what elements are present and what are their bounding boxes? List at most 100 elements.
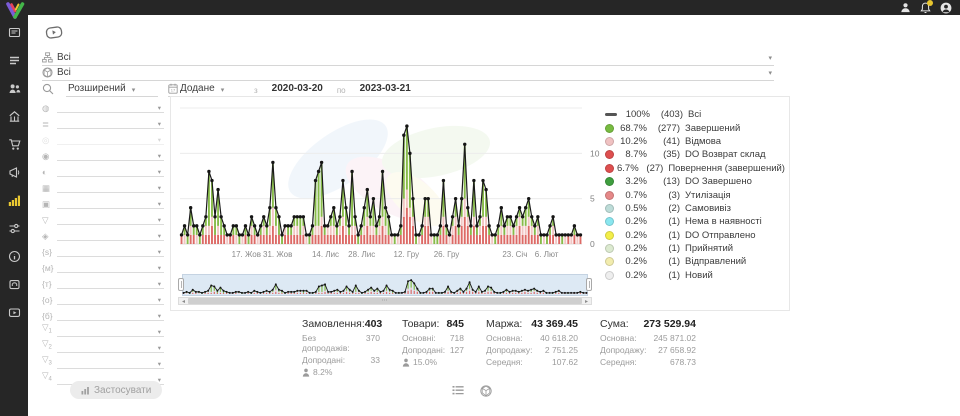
- stats-sub-value: 678.73: [670, 357, 696, 367]
- date-to-input[interactable]: 2023-03-21: [356, 83, 415, 97]
- product-view-icon[interactable]: [480, 385, 492, 397]
- filter-funnel-1-field[interactable]: ▾: [57, 323, 164, 337]
- filter-var-b-field[interactable]: ▾: [57, 307, 164, 321]
- filter-var-m-field[interactable]: ▾: [57, 259, 164, 273]
- legend-item[interactable]: 0.2%(1)Відправлений: [605, 255, 785, 268]
- filter-var-t-field[interactable]: ▾: [57, 275, 164, 289]
- sidebar-products-icon[interactable]: [7, 277, 21, 291]
- apply-button[interactable]: Застосувати: [70, 381, 162, 399]
- filter-var-o[interactable]: {о}▾: [42, 289, 164, 305]
- chevron-down-icon: ▾: [158, 200, 163, 208]
- filter-funnel[interactable]: ▽▾: [42, 209, 164, 225]
- filter-var-t[interactable]: {т}▾: [42, 273, 164, 289]
- chevron-down-icon: ▾: [158, 136, 163, 144]
- stats-title: Товари:: [402, 318, 439, 330]
- filter-funnel-3[interactable]: ▽3▾: [42, 353, 164, 369]
- navigator-right-handle[interactable]: [586, 278, 592, 291]
- legend-item[interactable]: 0.2%(1)DO Отправлено: [605, 229, 785, 242]
- legend-item[interactable]: 0.7%(3)Утилізація: [605, 188, 785, 201]
- stats-sub-value: 33: [371, 355, 380, 365]
- filter-list[interactable]: ≣▾: [42, 113, 164, 129]
- sidebar-store-icon[interactable]: [7, 109, 21, 123]
- filter-globe-field[interactable]: ▾: [57, 227, 164, 241]
- filter-frame[interactable]: ▣▾: [42, 193, 164, 209]
- user-icon[interactable]: [899, 1, 912, 14]
- legend-marker: [605, 150, 614, 159]
- search-mode-select[interactable]: Розширений ▾: [66, 81, 158, 97]
- sidebar-cart-icon[interactable]: [7, 137, 21, 151]
- sidebar-video-icon[interactable]: [7, 305, 21, 319]
- legend-item[interactable]: 0.2%(1)Нема в наявності: [605, 215, 785, 228]
- sidebar-analytics-icon[interactable]: [7, 193, 21, 207]
- account-avatar-icon[interactable]: [939, 1, 952, 14]
- product-filter[interactable]: Всі ▾: [42, 65, 774, 81]
- date-from-input[interactable]: 2020-03-20: [268, 83, 327, 97]
- notifications-bell-icon[interactable]: [919, 1, 932, 14]
- stats-column: Товари:845Основні:718Допродані:12715.0%: [402, 318, 464, 377]
- stats-sub-row: Допродажу:27 658.92: [600, 345, 696, 355]
- filter-counterparty[interactable]: ◉▾: [42, 145, 164, 161]
- date-field-select[interactable]: 17 Додане ▾: [168, 81, 244, 97]
- topbar: [0, 0, 960, 15]
- legend-item[interactable]: 0.5%(2)Самовивіз: [605, 202, 785, 215]
- filter-globe[interactable]: ◈▾: [42, 225, 164, 241]
- scroll-right-arrow-icon[interactable]: ▸: [582, 298, 591, 304]
- stats-sub-label: Основні:: [402, 333, 436, 343]
- filter-var-o-field[interactable]: ▾: [57, 291, 164, 305]
- sidebar-orders-icon[interactable]: [7, 53, 21, 67]
- filter-var-s-field[interactable]: ▾: [57, 243, 164, 257]
- chart-scrollbar[interactable]: ◂ ⋯ ▸: [178, 297, 592, 305]
- legend-item[interactable]: 8.7%(35)DO Возврат склад: [605, 148, 785, 161]
- status-filter[interactable]: Всі ▾: [42, 50, 774, 66]
- filter-funnel-2-field[interactable]: ▾: [57, 339, 164, 353]
- legend-item[interactable]: 6.7%(27)Повернення (завершений): [605, 162, 785, 175]
- legend-item[interactable]: 3.2%(13)DO Завершено: [605, 175, 785, 188]
- filter-list-field[interactable]: ▾: [57, 115, 164, 129]
- search-icon[interactable]: [42, 83, 56, 97]
- stats-title: Замовлення:: [302, 318, 365, 330]
- filter-help[interactable]: ◎▾: [42, 129, 164, 145]
- app-logo-icon[interactable]: [4, 1, 26, 21]
- filter-status[interactable]: ◍▾: [42, 97, 164, 113]
- legend-item[interactable]: 0.2%(1)Прийнятий: [605, 242, 785, 255]
- filter-help-field[interactable]: ▾: [57, 131, 164, 145]
- legend-item[interactable]: 10.2%(41)Відмова: [605, 135, 785, 148]
- filter-funnel-3-field[interactable]: ▾: [57, 355, 164, 369]
- legend-marker: [605, 244, 614, 253]
- filter-counterparty-field[interactable]: ▾: [57, 147, 164, 161]
- navigator-left-handle[interactable]: [178, 278, 184, 291]
- filter-sphere-field[interactable]: ▾: [57, 163, 164, 177]
- filter-var-m[interactable]: {м}▾: [42, 257, 164, 273]
- product-filter-value: Всі: [57, 67, 71, 78]
- filter-funnel-field[interactable]: ▾: [57, 211, 164, 225]
- filter-frame-field[interactable]: ▾: [57, 195, 164, 209]
- filter-funnel-2[interactable]: ▽2▾: [42, 337, 164, 353]
- list-view-icon[interactable]: [452, 385, 464, 397]
- notification-badge: [927, 0, 933, 6]
- legend-marker: [605, 231, 614, 240]
- legend-label: Всі: [688, 109, 701, 120]
- scrollbar-thumb[interactable]: ⋯: [188, 298, 582, 304]
- filter-var-s[interactable]: {s}▾: [42, 241, 164, 257]
- sidebar-info-icon[interactable]: [7, 249, 21, 263]
- filter-product[interactable]: ▦▾: [42, 177, 164, 193]
- filter-var-b[interactable]: {б}▾: [42, 305, 164, 321]
- stats-sub-value: 40 618.20: [540, 333, 578, 343]
- sidebar-marketing-icon[interactable]: [7, 165, 21, 179]
- chevron-down-icon: ▾: [158, 360, 163, 368]
- sidebar-customers-icon[interactable]: [7, 81, 21, 95]
- filter-funnel-1[interactable]: ▽1▾: [42, 321, 164, 337]
- chart-navigator[interactable]: [182, 274, 588, 296]
- legend-item[interactable]: 0.2%(1)Новий: [605, 269, 785, 282]
- video-help-icon[interactable]: [45, 25, 63, 45]
- filter-sphere[interactable]: ◐▾: [42, 161, 164, 177]
- filter-status-field[interactable]: ▾: [57, 99, 164, 113]
- filter-list-icon: ≣: [42, 119, 57, 129]
- legend-item[interactable]: 100%(403)Всі: [605, 108, 785, 121]
- scroll-left-arrow-icon[interactable]: ◂: [179, 298, 188, 304]
- filter-product-field[interactable]: ▾: [57, 179, 164, 193]
- filter-var-m-icon: {м}: [42, 263, 57, 273]
- sidebar-settings-icon[interactable]: [7, 221, 21, 235]
- sidebar-dashboard-icon[interactable]: [7, 25, 21, 39]
- legend-item[interactable]: 68.7%(277)Завершений: [605, 121, 785, 134]
